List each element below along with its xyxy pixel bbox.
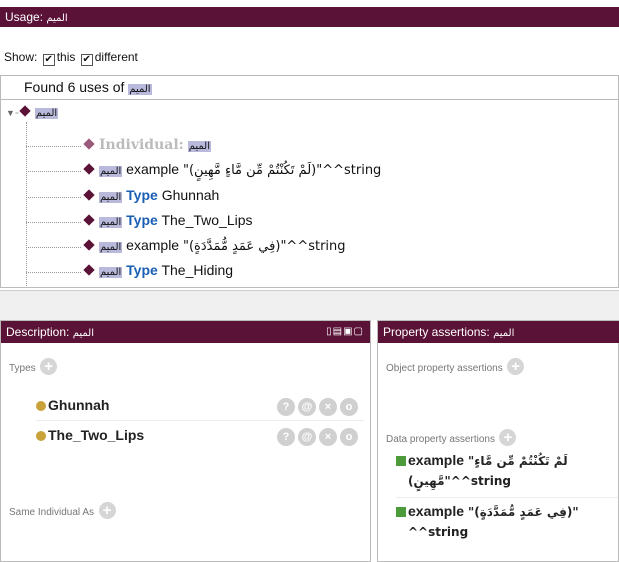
data-property-section: Data property assertions +	[386, 429, 517, 447]
usage-header: Usage: الميم	[0, 7, 619, 27]
circle-icon	[36, 431, 46, 441]
usage-row[interactable]: الميم Type The_Hiding	[83, 262, 233, 278]
description-header: Description: الميم ▯▤▣▢	[1, 321, 370, 343]
circle-icon	[36, 401, 46, 411]
delete-icon[interactable]: ×	[319, 428, 337, 446]
usage-tree[interactable]: ▼- الميم Individual: الميم الميم example …	[0, 100, 619, 288]
help-icon[interactable]: ?	[277, 428, 295, 446]
types-section: Types +	[9, 358, 58, 376]
diamond-icon	[19, 105, 31, 117]
found-entity: الميم	[128, 84, 152, 95]
data-assertion[interactable]: example "لَمْ تَكُنْتُمْ مِّن مَّاءٍ (مَ…	[396, 451, 618, 491]
annotate-icon[interactable]: @	[298, 428, 316, 446]
edit-icon[interactable]: o	[340, 398, 358, 416]
data-assertion[interactable]: example "(فِي عَمَدٍ مُّمَدَّدَةٍ)" ^^st…	[396, 497, 618, 542]
add-data-property-icon[interactable]: +	[499, 429, 517, 447]
diamond-icon	[83, 239, 95, 251]
same-individual-section: Same Individual As +	[9, 502, 116, 520]
collapse-icon[interactable]: ▼	[6, 108, 15, 118]
diamond-icon	[83, 138, 95, 150]
add-type-icon[interactable]: +	[40, 358, 58, 376]
property-header: Property assertions: الميم	[378, 321, 619, 343]
property-panel: Property assertions: الميم Object proper…	[377, 320, 619, 562]
square-icon	[396, 507, 406, 517]
description-panel: Description: الميم ▯▤▣▢ Types + Ghunnah …	[0, 320, 371, 562]
add-same-individual-icon[interactable]: +	[98, 502, 116, 520]
diamond-icon	[83, 214, 95, 226]
different-label: different	[94, 50, 138, 64]
usage-title: Usage:	[5, 10, 44, 24]
splitter[interactable]	[0, 290, 619, 320]
usage-row[interactable]: الميم example "(لَمْ تَكُنْتُمْ مِّن مَّ…	[83, 161, 381, 178]
show-label: Show:	[4, 50, 38, 64]
usage-row[interactable]: الميم example "(فِي عَمَدٍ مُّمَدَّدَةٍ)…	[83, 237, 346, 254]
usage-row[interactable]: Individual: الميم	[83, 136, 211, 153]
usage-entity: الميم	[46, 13, 68, 24]
delete-icon[interactable]: ×	[319, 398, 337, 416]
diamond-icon	[83, 189, 95, 201]
square-icon	[396, 456, 406, 466]
root-label: الميم	[34, 108, 59, 119]
object-property-section: Object property assertions +	[386, 358, 525, 376]
annotate-icon[interactable]: @	[298, 398, 316, 416]
add-object-property-icon[interactable]: +	[507, 358, 525, 376]
show-options: Show: ✔ this ✔ different	[4, 50, 138, 66]
this-label: this	[56, 50, 76, 64]
different-checkbox[interactable]: ✔	[80, 54, 93, 66]
tree-root[interactable]: ▼- الميم	[6, 105, 59, 119]
type-item[interactable]: The_Two_Lips ? @ × o	[36, 427, 364, 451]
help-icon[interactable]: ?	[277, 398, 295, 416]
usage-row[interactable]: الميم Type Ghunnah	[83, 187, 219, 203]
view-controls-icon[interactable]: ▯▤▣▢	[326, 321, 364, 343]
this-checkbox[interactable]: ✔	[42, 54, 55, 66]
diamond-icon	[83, 163, 95, 175]
type-item[interactable]: Ghunnah ? @ × o	[36, 397, 364, 421]
usage-row[interactable]: الميم Type The_Two_Lips	[83, 212, 253, 228]
found-text: Found 6 uses of	[24, 79, 125, 95]
diamond-icon	[83, 264, 95, 276]
edit-icon[interactable]: o	[340, 428, 358, 446]
found-box: Found 6 uses of الميم	[0, 75, 619, 100]
